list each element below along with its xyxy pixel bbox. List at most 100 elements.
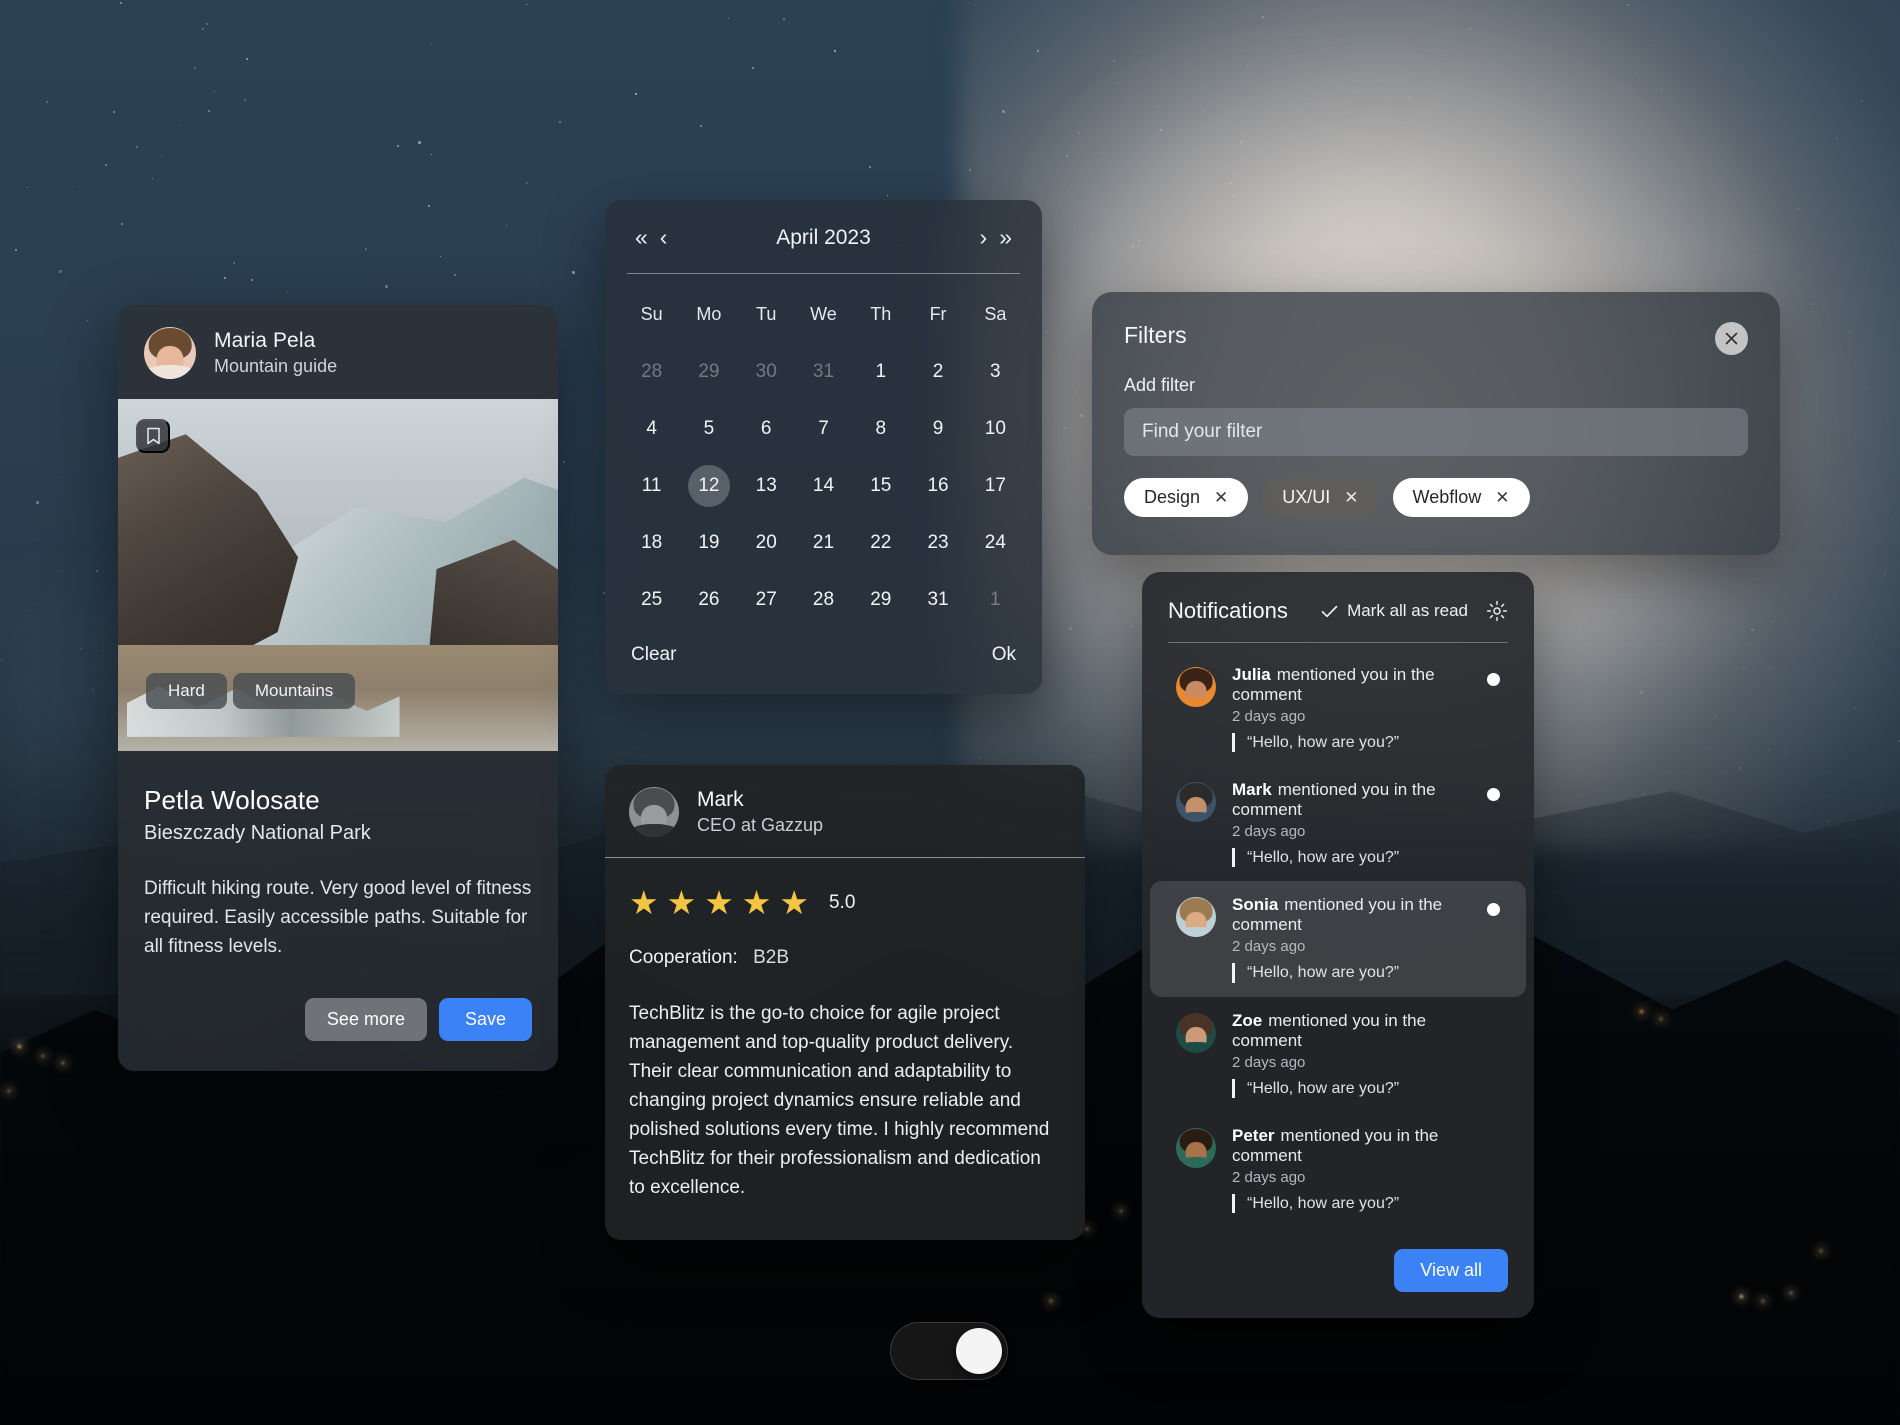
calendar-day[interactable]: 8	[852, 400, 909, 457]
remove-chip-icon[interactable]: ✕	[1495, 488, 1509, 508]
filter-chip-label: Design	[1144, 487, 1201, 507]
star-icon[interactable]: ★	[742, 886, 772, 919]
filter-chip[interactable]: Webflow ✕	[1392, 478, 1530, 517]
calendar-day-label: 8	[875, 417, 887, 439]
calendar-day[interactable]: 28	[623, 343, 680, 400]
calendar-day[interactable]: 14	[795, 457, 852, 514]
save-button[interactable]: Save	[438, 997, 532, 1041]
view-all-button[interactable]: View all	[1394, 1248, 1508, 1292]
theme-toggle[interactable]	[890, 1322, 1008, 1380]
calendar-day[interactable]: 22	[852, 514, 909, 571]
notification-item[interactable]: Peter mentioned you in the comment 2 days …	[1150, 1112, 1526, 1227]
calendar-day[interactable]: 17	[967, 457, 1024, 514]
prev-month-button[interactable]: ‹	[654, 222, 674, 253]
calendar-day[interactable]: 29	[852, 571, 909, 628]
calendar-day[interactable]: 1	[852, 343, 909, 400]
calendar-day-label: 28	[812, 588, 835, 610]
filter-chip-label: Webflow	[1412, 487, 1482, 507]
calendar-day-label: 2	[932, 360, 944, 382]
calendar-day[interactable]: 2	[909, 343, 966, 400]
first-year-button[interactable]: «	[629, 222, 654, 253]
filter-chip[interactable]: Design ✕	[1124, 478, 1249, 517]
calendar-grid: Su Mo Tu We Th Fr Sa 28 29 30 31 1 2 3 4 5 6 7 8 9 10 11 12 13 1…	[605, 274, 1042, 634]
author-role: Mountain guide	[214, 356, 338, 376]
notification-time: 2 days ago	[1232, 823, 1306, 841]
calendar-day[interactable]: 3	[967, 343, 1024, 400]
calendar-day-label: 31	[812, 360, 835, 382]
notification-quote: “Hello, how are you?”	[1232, 963, 1500, 983]
calendar-day[interactable]: 31	[795, 343, 852, 400]
calendar-day[interactable]: 11	[623, 457, 680, 514]
gear-icon	[1486, 600, 1508, 622]
notification-item[interactable]: Julia mentioned you in the comment 2 days …	[1150, 651, 1526, 766]
star-icon[interactable]: ★	[704, 886, 734, 919]
calendar-day-label: 25	[641, 588, 663, 610]
remove-chip-icon[interactable]: ✕	[1344, 488, 1358, 508]
clear-button[interactable]: Clear	[631, 644, 676, 666]
calendar-day-label: 1	[875, 360, 887, 382]
review-author-role: CEO at Gazzup	[697, 815, 824, 835]
filter-chip[interactable]: UX/UI ✕	[1262, 478, 1379, 517]
author-name: Maria Pela	[214, 329, 316, 352]
star-icon[interactable]: ★	[629, 886, 659, 919]
calendar-day[interactable]: 31	[909, 571, 966, 628]
calendar-day[interactable]: 10	[967, 400, 1024, 457]
calendar-day[interactable]: 30	[738, 343, 795, 400]
calendar-day[interactable]: 5	[680, 400, 737, 457]
settings-button[interactable]	[1486, 600, 1508, 622]
calendar-day[interactable]: 21	[795, 514, 852, 571]
calendar-day-label: 3	[990, 360, 1001, 382]
calendar-day[interactable]: 18	[623, 514, 680, 571]
bookmark-icon	[146, 427, 160, 445]
calendar-day-label: 21	[812, 531, 835, 553]
filter-search-input[interactable]	[1124, 408, 1748, 456]
calendar-day[interactable]: 24	[967, 514, 1024, 571]
calendar-day[interactable]: 4	[623, 400, 680, 457]
close-button[interactable]	[1715, 322, 1748, 355]
calendar-day[interactable]: 19	[680, 514, 737, 571]
calendar-day[interactable]: 1	[967, 571, 1024, 628]
calendar-day[interactable]: 9	[909, 400, 966, 457]
last-year-button[interactable]: »	[993, 222, 1018, 253]
trip-tag[interactable]: Hard	[146, 673, 227, 709]
star-rating[interactable]: ★ ★ ★ ★ ★	[629, 886, 809, 919]
trip-card-author: Maria Pela Mountain guide	[118, 305, 558, 399]
calendar-day-selected[interactable]: 12	[680, 457, 737, 514]
trip-tag[interactable]: Mountains	[232, 673, 356, 709]
calendar-day[interactable]: 29	[680, 343, 737, 400]
notification-item[interactable]: Mark mentioned you in the comment 2 days a…	[1150, 766, 1526, 881]
see-more-button[interactable]: See more	[304, 997, 427, 1041]
calendar-day[interactable]: 27	[738, 571, 795, 628]
calendar-day[interactable]: 6	[738, 400, 795, 457]
bookmark-button[interactable]	[136, 419, 170, 453]
mark-all-as-read-button[interactable]: Mark all as read	[1321, 601, 1468, 621]
notification-item[interactable]: Sonia mentioned you in the comment 2 days …	[1150, 881, 1526, 997]
notification-item[interactable]: Zoe mentioned you in the comment 2 days ag…	[1150, 997, 1526, 1112]
ok-button[interactable]: Ok	[992, 644, 1016, 666]
calendar-day[interactable]: 7	[795, 400, 852, 457]
calendar-day[interactable]: 13	[738, 457, 795, 514]
calendar-day-label: 18	[641, 531, 663, 553]
notification-quote: “Hello, how are you?”	[1232, 848, 1500, 868]
next-month-button[interactable]: ›	[974, 222, 994, 253]
avatar	[1176, 667, 1216, 707]
calendar-day-label: 24	[984, 531, 1006, 553]
add-filter-label: Add filter	[1124, 375, 1196, 395]
calendar-day[interactable]: 20	[738, 514, 795, 571]
remove-chip-icon[interactable]: ✕	[1214, 488, 1228, 508]
calendar-weekday: Fr	[929, 304, 947, 324]
calendar-day[interactable]: 16	[909, 457, 966, 514]
calendar-day[interactable]: 28	[795, 571, 852, 628]
calendar-day-label: 19	[698, 531, 720, 553]
calendar-day-label: 12	[687, 464, 730, 507]
calendar-day-label: 27	[755, 588, 777, 610]
calendar-day[interactable]: 25	[623, 571, 680, 628]
review-card: Mark CEO at Gazzup ★ ★ ★ ★ ★ 5.0 Cooperation…	[605, 765, 1085, 1241]
calendar-day[interactable]: 26	[680, 571, 737, 628]
calendar-day-label: 23	[927, 531, 949, 553]
star-icon[interactable]: ★	[667, 886, 697, 919]
notification-time: 2 days ago	[1232, 938, 1306, 956]
calendar-day[interactable]: 23	[909, 514, 966, 571]
calendar-day[interactable]: 15	[852, 457, 909, 514]
star-icon[interactable]: ★	[779, 886, 809, 919]
